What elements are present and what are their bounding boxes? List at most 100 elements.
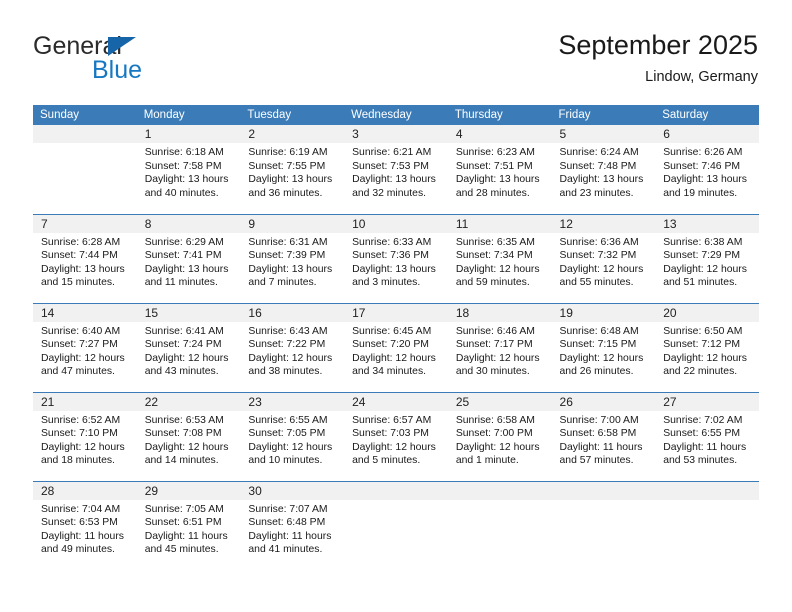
calendar-day-cell[interactable]: 19 Sunrise: 6:48 AM Sunset: 7:15 PM Dayligh… — [551, 302, 656, 392]
daylight-duration-line2: and 18 minutes. — [41, 455, 115, 467]
day-details: Sunrise: 6:41 AM Sunset: 7:24 PM Daylight:… — [137, 322, 241, 379]
calendar-day-cell[interactable]: 14 Sunrise: 6:40 AM Sunset: 7:27 PM Dayligh… — [33, 302, 137, 392]
calendar-day-cell[interactable]: 25 Sunrise: 6:58 AM Sunset: 7:00 PM Dayligh… — [447, 391, 552, 481]
calendar-day-cell[interactable]: 16 Sunrise: 6:43 AM Sunset: 7:22 PM Dayligh… — [240, 302, 345, 392]
calendar-day-cell[interactable]: 28 Sunrise: 7:04 AM Sunset: 6:53 PM Dayligh… — [33, 480, 137, 570]
daylight-duration-line1: Daylight: 11 hours — [248, 530, 332, 542]
calendar-day-cell[interactable]: 5 Sunrise: 6:24 AM Sunset: 7:48 PM Daylight… — [551, 125, 656, 214]
daylight-duration-line1: Daylight: 12 hours — [144, 352, 229, 364]
sunset-time: Sunset: 7:05 PM — [248, 428, 326, 440]
daylight-duration-line2: and 45 minutes. — [144, 544, 219, 556]
day-details: Sunrise: 7:00 AM Sunset: 6:58 PM Daylight:… — [552, 411, 656, 468]
daylight-duration-line1: Daylight: 12 hours — [559, 263, 644, 275]
calendar-day-cell[interactable]: 10 Sunrise: 6:33 AM Sunset: 7:36 PM Dayligh… — [344, 213, 448, 303]
sunset-time: Sunset: 7:20 PM — [352, 339, 429, 351]
calendar-week-row: 14 Sunrise: 6:40 AM Sunset: 7:27 PM Dayligh… — [33, 302, 759, 392]
daylight-duration-line1: Daylight: 12 hours — [559, 352, 644, 364]
daylight-duration-line1: Daylight: 12 hours — [352, 441, 436, 453]
sunset-time: Sunset: 6:58 PM — [559, 428, 637, 440]
daylight-duration-line1: Daylight: 13 hours — [352, 174, 436, 186]
general-blue-logo[interactable]: General Blue — [33, 32, 213, 88]
calendar-day-cell[interactable]: 21 Sunrise: 6:52 AM Sunset: 7:10 PM Dayligh… — [33, 391, 137, 481]
calendar-day-cell[interactable]: 27 Sunrise: 7:02 AM Sunset: 6:55 PM Dayligh… — [655, 391, 759, 481]
sunrise-time: Sunrise: 7:05 AM — [144, 503, 224, 515]
daylight-duration-line2: and 26 minutes. — [559, 366, 634, 378]
calendar-week-row: 1 Sunrise: 6:18 AM Sunset: 7:58 PM Daylight… — [33, 125, 759, 214]
sunrise-time: Sunrise: 6:24 AM — [559, 147, 639, 158]
day-details: Sunrise: 6:24 AM Sunset: 7:48 PM Daylight:… — [552, 143, 656, 200]
calendar-day-cell[interactable]: 7 Sunrise: 6:28 AM Sunset: 7:44 PM Daylight… — [33, 213, 137, 303]
calendar-day-cell[interactable]: 20 Sunrise: 6:50 AM Sunset: 7:12 PM Dayligh… — [655, 302, 759, 392]
sunrise-time: Sunrise: 6:36 AM — [559, 236, 639, 248]
sunset-time: Sunset: 7:24 PM — [144, 339, 222, 351]
calendar-day-cell[interactable]: 6 Sunrise: 6:26 AM Sunset: 7:46 PM Daylight… — [655, 125, 759, 214]
daylight-duration-line2: and 30 minutes. — [455, 366, 530, 378]
day-number: 1 — [136, 125, 241, 143]
sunset-time: Sunset: 7:03 PM — [352, 428, 429, 440]
calendar-day-cell[interactable]: 24 Sunrise: 6:57 AM Sunset: 7:03 PM Dayligh… — [344, 391, 448, 481]
calendar-day-cell[interactable]: 3 Sunrise: 6:21 AM Sunset: 7:53 PM Daylight… — [344, 125, 448, 214]
calendar-table: Sunday Monday Tuesday Wednesday Thursday… — [33, 105, 759, 570]
daylight-duration-line2: and 3 minutes. — [352, 277, 421, 289]
day-details: Sunrise: 6:45 AM Sunset: 7:20 PM Daylight:… — [344, 322, 448, 379]
day-number — [447, 481, 552, 500]
day-number: 24 — [344, 392, 448, 411]
daylight-duration-line1: Daylight: 13 hours — [663, 174, 747, 186]
daylight-duration-line1: Daylight: 12 hours — [248, 352, 333, 364]
calendar-day-cell[interactable]: 23 Sunrise: 6:55 AM Sunset: 7:05 PM Dayligh… — [240, 391, 345, 481]
calendar-day-cell[interactable]: 4 Sunrise: 6:23 AM Sunset: 7:51 PM Daylight… — [447, 125, 552, 214]
daylight-duration-line2: and 14 minutes. — [144, 455, 219, 467]
calendar-day-cell[interactable]: 8 Sunrise: 6:29 AM Sunset: 7:41 PM Daylight… — [136, 213, 241, 303]
day-details: Sunrise: 6:40 AM Sunset: 7:27 PM Daylight:… — [33, 322, 137, 379]
calendar-day-cell[interactable]: 22 Sunrise: 6:53 AM Sunset: 7:08 PM Dayligh… — [136, 391, 241, 481]
day-details: Sunrise: 6:26 AM Sunset: 7:46 PM Daylight:… — [655, 143, 759, 200]
daylight-duration-line2: and 55 minutes. — [559, 277, 634, 289]
calendar-day-cell[interactable]: 18 Sunrise: 6:46 AM Sunset: 7:17 PM Dayligh… — [447, 302, 552, 392]
calendar-day-cell[interactable]: 13 Sunrise: 6:38 AM Sunset: 7:29 PM Dayligh… — [655, 213, 759, 303]
weekday-header-tuesday: Tuesday — [240, 105, 345, 125]
day-details: Sunrise: 6:48 AM Sunset: 7:15 PM Daylight:… — [552, 322, 656, 379]
daylight-duration-line2: and 49 minutes. — [41, 544, 115, 556]
sunrise-time: Sunrise: 6:52 AM — [41, 414, 121, 426]
day-details: Sunrise: 7:02 AM Sunset: 6:55 PM Daylight:… — [655, 411, 759, 468]
sunrise-time: Sunrise: 6:33 AM — [352, 236, 432, 248]
sunrise-time: Sunrise: 6:19 AM — [248, 147, 328, 158]
calendar-day-cell[interactable]: 12 Sunrise: 6:36 AM Sunset: 7:32 PM Dayligh… — [551, 213, 656, 303]
sunrise-time: Sunrise: 7:07 AM — [248, 503, 328, 515]
day-details: Sunrise: 6:28 AM Sunset: 7:44 PM Daylight:… — [33, 233, 137, 290]
daylight-duration-line2: and 43 minutes. — [144, 366, 219, 378]
calendar-day-cell[interactable]: 26 Sunrise: 7:00 AM Sunset: 6:58 PM Dayligh… — [551, 391, 656, 481]
logo-triangle-icon — [108, 37, 136, 56]
daylight-duration-line2: and 57 minutes. — [559, 455, 634, 467]
day-details: Sunrise: 7:05 AM Sunset: 6:51 PM Daylight:… — [137, 500, 241, 557]
day-details: Sunrise: 6:18 AM Sunset: 7:58 PM Daylight:… — [137, 143, 241, 200]
sunset-time: Sunset: 7:53 PM — [352, 160, 429, 172]
day-number: 20 — [655, 303, 759, 322]
day-details: Sunrise: 6:57 AM Sunset: 7:03 PM Daylight:… — [344, 411, 448, 468]
day-number: 16 — [240, 303, 345, 322]
calendar-day-cell[interactable]: 15 Sunrise: 6:41 AM Sunset: 7:24 PM Dayligh… — [136, 302, 241, 392]
daylight-duration-line2: and 47 minutes. — [41, 366, 115, 378]
weekday-header-thursday: Thursday — [447, 105, 552, 125]
calendar-day-cell[interactable]: 11 Sunrise: 6:35 AM Sunset: 7:34 PM Dayligh… — [447, 213, 552, 303]
calendar-day-cell[interactable]: 30 Sunrise: 7:07 AM Sunset: 6:48 PM Dayligh… — [240, 480, 345, 570]
calendar-day-cell[interactable]: 29 Sunrise: 7:05 AM Sunset: 6:51 PM Dayligh… — [136, 480, 241, 570]
calendar-week-row: 7 Sunrise: 6:28 AM Sunset: 7:44 PM Daylight… — [33, 213, 759, 303]
calendar-day-cell[interactable]: 17 Sunrise: 6:45 AM Sunset: 7:20 PM Dayligh… — [344, 302, 448, 392]
day-number: 12 — [551, 214, 656, 233]
calendar-day-cell[interactable]: 9 Sunrise: 6:31 AM Sunset: 7:39 PM Daylight… — [240, 213, 345, 303]
daylight-duration-line1: Daylight: 12 hours — [248, 441, 333, 453]
calendar-day-cell[interactable]: 2 Sunrise: 6:19 AM Sunset: 7:55 PM Daylight… — [240, 125, 345, 214]
calendar-empty-cell — [33, 125, 137, 214]
calendar-week-row: 28 Sunrise: 7:04 AM Sunset: 6:53 PM Dayligh… — [33, 480, 759, 570]
daylight-duration-line2: and 5 minutes. — [352, 455, 421, 467]
daylight-duration-line1: Daylight: 11 hours — [144, 530, 228, 542]
day-details: Sunrise: 6:29 AM Sunset: 7:41 PM Daylight:… — [137, 233, 241, 290]
daylight-duration-line2: and 38 minutes. — [248, 366, 323, 378]
sunrise-time: Sunrise: 6:35 AM — [455, 236, 535, 248]
day-number: 5 — [551, 125, 656, 143]
calendar-day-cell[interactable]: 1 Sunrise: 6:18 AM Sunset: 7:58 PM Daylight… — [136, 125, 241, 214]
daylight-duration-line2: and 53 minutes. — [663, 455, 738, 467]
day-details: Sunrise: 6:43 AM Sunset: 7:22 PM Daylight:… — [240, 322, 344, 379]
weekday-header-sunday: Sunday — [33, 105, 137, 125]
